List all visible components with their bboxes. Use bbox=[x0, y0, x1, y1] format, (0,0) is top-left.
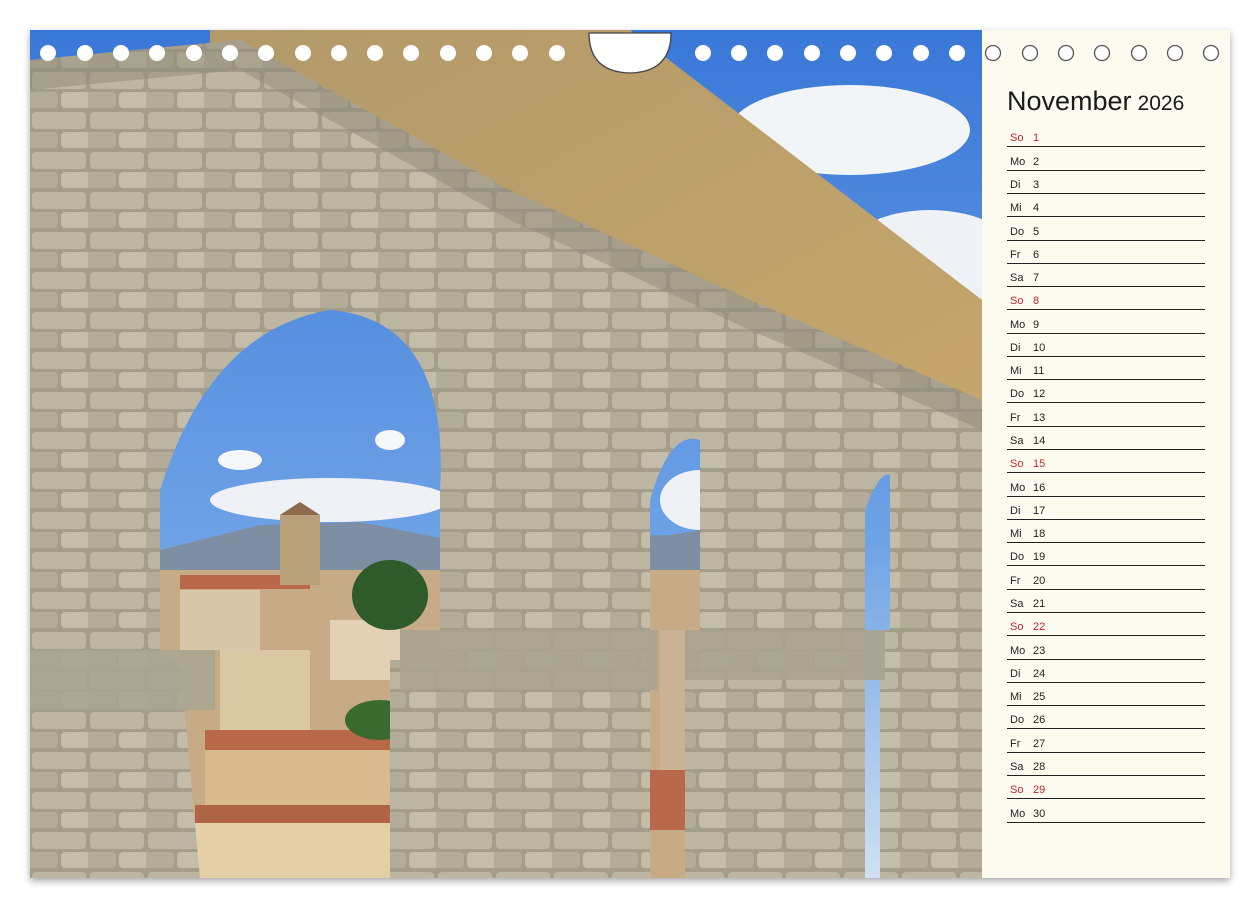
weekday-label: Do bbox=[1010, 388, 1025, 401]
weekday-label: So bbox=[1010, 295, 1024, 308]
day-row: Do 5 bbox=[1007, 219, 1205, 241]
weekday-label: Mo bbox=[1010, 481, 1026, 494]
day-number: 10 bbox=[1033, 341, 1046, 354]
aqueduct-photo bbox=[30, 30, 982, 878]
day-row: So 8 bbox=[1007, 289, 1205, 311]
day-number: 4 bbox=[1033, 202, 1040, 215]
day-row: Sa 7 bbox=[1007, 266, 1205, 288]
weekday-label: Fr bbox=[1010, 737, 1021, 750]
day-number: 16 bbox=[1033, 481, 1046, 494]
day-number: 2 bbox=[1033, 155, 1040, 168]
weekday-label: Sa bbox=[1010, 598, 1024, 611]
weekday-label: Do bbox=[1010, 551, 1025, 564]
day-row: So 1 bbox=[1007, 126, 1205, 148]
day-row: Mi 4 bbox=[1007, 196, 1205, 218]
day-row: Fr 6 bbox=[1007, 242, 1205, 264]
weekday-label: So bbox=[1010, 132, 1024, 145]
day-number: 20 bbox=[1033, 574, 1046, 587]
day-number: 22 bbox=[1033, 621, 1046, 634]
day-row: So 22 bbox=[1007, 615, 1205, 637]
weekday-label: Di bbox=[1010, 178, 1021, 191]
weekday-label: Sa bbox=[1010, 760, 1024, 773]
day-row: Sa 14 bbox=[1007, 429, 1205, 451]
day-row: Mi 25 bbox=[1007, 685, 1205, 707]
weekday-label: Sa bbox=[1010, 435, 1024, 448]
day-number: 7 bbox=[1033, 272, 1040, 285]
weekday-label: Fr bbox=[1010, 411, 1021, 424]
day-number: 28 bbox=[1033, 760, 1046, 773]
day-number: 24 bbox=[1033, 667, 1046, 680]
day-row: Do 12 bbox=[1007, 382, 1205, 404]
day-row: Mo 2 bbox=[1007, 149, 1205, 171]
day-row: Mo 30 bbox=[1007, 801, 1205, 823]
weekday-label: Mi bbox=[1010, 202, 1022, 215]
day-number: 26 bbox=[1033, 714, 1046, 727]
weekday-label: Do bbox=[1010, 225, 1025, 238]
weekday-label: Mi bbox=[1010, 691, 1022, 704]
weekday-label: Di bbox=[1010, 504, 1021, 517]
day-number: 14 bbox=[1033, 435, 1046, 448]
day-number: 8 bbox=[1033, 295, 1040, 308]
day-row: Di 3 bbox=[1007, 173, 1205, 194]
day-number: 12 bbox=[1033, 388, 1046, 401]
calendar-panel: November 2026 So 1 Mo 2 Di 3 Mi 4 Do 5 Fr 6 Sa 7 So 8 Mo 9… bbox=[982, 30, 1230, 878]
weekday-label: Do bbox=[1010, 714, 1025, 727]
month-name: November bbox=[1007, 86, 1132, 116]
weekday-label: Fr bbox=[1010, 248, 1021, 261]
day-number: 19 bbox=[1033, 551, 1046, 564]
weekday-label: Di bbox=[1010, 667, 1021, 680]
day-number: 13 bbox=[1033, 411, 1046, 424]
day-row: Mo 9 bbox=[1007, 312, 1205, 334]
day-row: So 15 bbox=[1007, 452, 1205, 474]
day-number: 23 bbox=[1033, 644, 1046, 657]
day-number: 25 bbox=[1033, 691, 1046, 704]
weekday-label: Mo bbox=[1010, 807, 1026, 820]
day-number: 3 bbox=[1033, 178, 1040, 191]
year-label: 2026 bbox=[1137, 92, 1185, 115]
day-row: Di 24 bbox=[1007, 661, 1205, 683]
weekday-label: Mi bbox=[1010, 365, 1022, 378]
day-row: Sa 21 bbox=[1007, 592, 1205, 614]
day-number: 11 bbox=[1033, 365, 1045, 378]
day-row: Di 10 bbox=[1007, 336, 1205, 357]
day-row: Sa 28 bbox=[1007, 755, 1205, 776]
day-row: Do 19 bbox=[1007, 545, 1205, 567]
weekday-label: Mi bbox=[1010, 528, 1022, 541]
day-row: Mi 18 bbox=[1007, 522, 1205, 544]
weekday-label: So bbox=[1010, 621, 1024, 634]
day-row: Fr 13 bbox=[1007, 405, 1205, 427]
day-number: 18 bbox=[1033, 528, 1046, 541]
weekday-label: So bbox=[1010, 784, 1024, 797]
day-row: Do 26 bbox=[1007, 708, 1205, 730]
day-number: 27 bbox=[1033, 737, 1046, 750]
day-row: Di 17 bbox=[1007, 499, 1205, 520]
weekday-label: Fr bbox=[1010, 574, 1021, 587]
day-number: 9 bbox=[1033, 318, 1040, 331]
weekday-label: Mo bbox=[1010, 318, 1026, 331]
aqueduct-illustration bbox=[30, 30, 982, 878]
day-row: Fr 20 bbox=[1007, 568, 1205, 590]
day-number: 21 bbox=[1033, 598, 1046, 611]
day-row: Mo 23 bbox=[1007, 638, 1205, 660]
weekday-label: Di bbox=[1010, 341, 1021, 354]
day-row: So 29 bbox=[1007, 778, 1205, 800]
day-number: 17 bbox=[1033, 504, 1046, 517]
month-title: November 2026 bbox=[1007, 86, 1184, 117]
weekday-label: Mo bbox=[1010, 155, 1026, 168]
weekday-label: Sa bbox=[1010, 272, 1024, 285]
weekday-label: So bbox=[1010, 458, 1024, 471]
day-number: 5 bbox=[1033, 225, 1040, 238]
day-row: Mo 16 bbox=[1007, 475, 1205, 497]
day-number: 1 bbox=[1033, 132, 1040, 145]
day-number: 15 bbox=[1033, 458, 1046, 471]
calendar-page: November 2026 So 1 Mo 2 Di 3 Mi 4 Do 5 Fr 6 Sa 7 So 8 Mo 9… bbox=[30, 30, 1230, 878]
day-row: Mi 11 bbox=[1007, 359, 1205, 381]
day-number: 29 bbox=[1033, 784, 1046, 797]
day-row: Fr 27 bbox=[1007, 731, 1205, 753]
weekday-label: Mo bbox=[1010, 644, 1026, 657]
day-number: 6 bbox=[1033, 248, 1040, 261]
day-list: So 1 Mo 2 Di 3 Mi 4 Do 5 Fr 6 Sa 7 So 8 Mo 9 Di 10 Mi 11 Do 12 F… bbox=[1007, 126, 1205, 823]
day-number: 30 bbox=[1033, 807, 1046, 820]
